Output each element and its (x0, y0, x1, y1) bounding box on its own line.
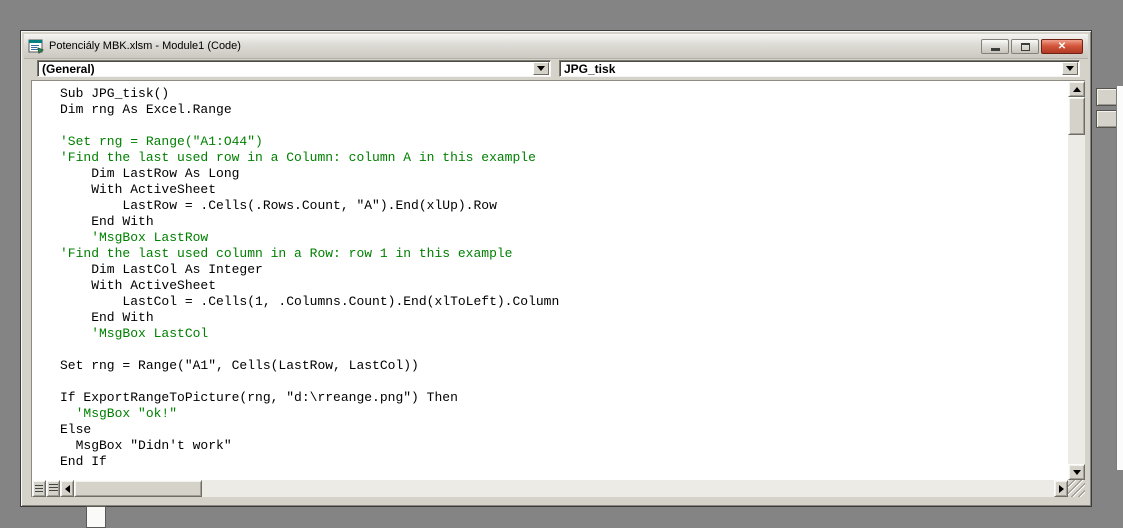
procedure-view-icon (35, 485, 43, 492)
vba-code-window: Potenciály MBK.xlsm - Module1 (Code) ✕ (… (20, 30, 1092, 507)
chevron-down-icon (537, 66, 545, 71)
code-line: 'MsgBox LastCol (60, 326, 209, 341)
scroll-right-icon (1058, 484, 1064, 493)
scroll-left-button[interactable] (60, 480, 74, 497)
close-button[interactable]: ✕ (1041, 39, 1083, 54)
background-window-edge (1116, 86, 1123, 470)
close-icon: ✕ (1057, 41, 1067, 52)
combo-row: (General) JPG_tisk (24, 59, 1088, 80)
code-line: LastRow = .Cells(.Rows.Count, "A").End(x… (60, 198, 497, 213)
code-line: If ExportRangeToPicture(rng, "d:\rreange… (60, 390, 458, 405)
scroll-down-button[interactable] (1068, 464, 1085, 480)
code-line: Set rng = Range("A1", Cells(LastRow, Las… (60, 358, 419, 373)
code-line: With ActiveSheet (60, 182, 217, 197)
scroll-down-icon (1072, 469, 1081, 475)
code-line: 'Set rng = Range("A1:O44") (60, 134, 263, 149)
code-line: Sub JPG_tisk() (60, 86, 170, 101)
horizontal-scrollbar[interactable] (32, 480, 1068, 497)
code-line: 'Find the last used column in a Row: row… (60, 246, 513, 261)
code-pane: Sub JPG_tisk() Dim rng As Excel.Range 'Set… (31, 80, 1085, 497)
vertical-scroll-thumb[interactable] (1068, 97, 1085, 135)
horizontal-scroll-track[interactable] (202, 480, 1054, 497)
window-controls: ✕ (981, 39, 1083, 54)
code-line: LastCol = .Cells(1, .Columns.Count).End(… (60, 294, 560, 309)
scroll-left-icon (64, 484, 70, 493)
vba-module-icon (28, 38, 45, 54)
code-line: 'MsgBox LastRow (60, 230, 209, 245)
procedure-dropdown-button[interactable] (1062, 62, 1078, 75)
desktop: Potenciály MBK.xlsm - Module1 (Code) ✕ (… (0, 0, 1123, 528)
minimize-icon (990, 47, 1000, 51)
scroll-right-button[interactable] (1054, 480, 1068, 497)
code-line: End With (60, 214, 154, 229)
code-line: End With (60, 310, 154, 325)
maximize-button[interactable] (1011, 39, 1039, 54)
object-dropdown-value: (General) (42, 62, 95, 76)
code-lines: Sub JPG_tisk() Dim rng As Excel.Range 'Set… (32, 81, 1068, 470)
vertical-scrollbar[interactable] (1068, 81, 1085, 480)
resize-grip[interactable] (1068, 480, 1085, 497)
background-window-fragment (86, 506, 106, 528)
code-line: MsgBox "Didn't work" (60, 438, 232, 453)
scroll-up-button[interactable] (1068, 81, 1085, 97)
code-line: 'MsgBox "ok!" (60, 406, 178, 421)
procedure-dropdown-value: JPG_tisk (564, 62, 616, 76)
procedure-view-button[interactable] (32, 480, 46, 497)
full-module-view-icon (48, 484, 58, 493)
object-dropdown[interactable]: (General) (37, 60, 551, 77)
code-line: Dim LastRow As Long (60, 166, 240, 181)
code-line: 'Find the last used row in a Column: col… (60, 150, 536, 165)
code-line: Else (60, 422, 92, 437)
maximize-icon (1020, 42, 1030, 51)
minimize-button[interactable] (981, 39, 1009, 54)
code-line: End If (60, 454, 107, 469)
code-line: Dim rng As Excel.Range (60, 102, 232, 117)
horizontal-scroll-thumb[interactable] (74, 480, 202, 497)
object-dropdown-button[interactable] (533, 62, 549, 75)
chevron-down-icon (1066, 66, 1074, 71)
procedure-dropdown[interactable]: JPG_tisk (559, 60, 1080, 77)
full-module-view-button[interactable] (46, 480, 60, 497)
code-line: With ActiveSheet (60, 278, 217, 293)
code-line: Dim LastCol As Integer (60, 262, 263, 277)
code-editor[interactable]: Sub JPG_tisk() Dim rng As Excel.Range 'Set… (32, 81, 1068, 480)
titlebar[interactable]: Potenciály MBK.xlsm - Module1 (Code) ✕ (24, 34, 1088, 59)
scroll-up-icon (1072, 86, 1081, 92)
window-title: Potenciály MBK.xlsm - Module1 (Code) (49, 40, 241, 52)
